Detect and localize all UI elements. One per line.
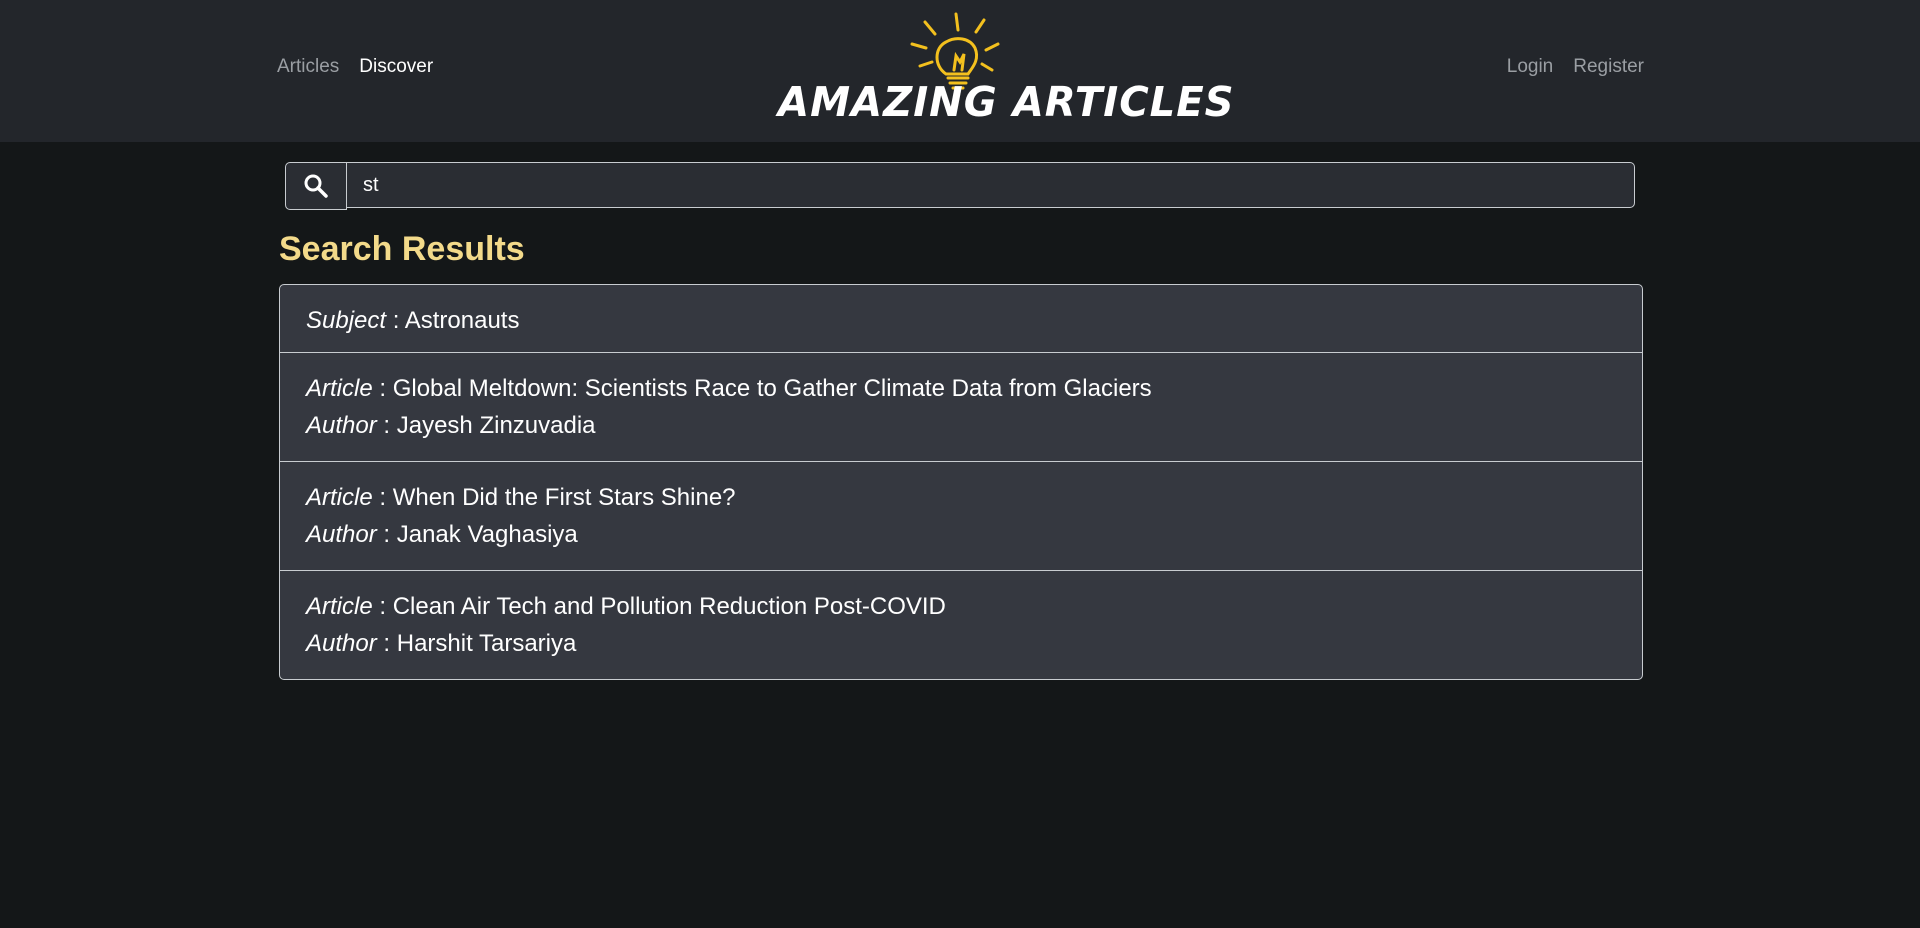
nav-right: Login Register bbox=[1507, 56, 1644, 78]
result-item-article[interactable]: Article : Clean Air Tech and Pollution R… bbox=[280, 570, 1642, 679]
author-name: Jayesh Zinzuvadia bbox=[396, 412, 596, 439]
search-input[interactable] bbox=[347, 162, 1635, 208]
result-label: Article bbox=[306, 375, 373, 402]
result-separator: : bbox=[376, 630, 397, 657]
result-label: Article bbox=[306, 593, 373, 620]
result-separator: : bbox=[372, 593, 393, 620]
result-separator: : bbox=[386, 307, 405, 334]
result-item-article[interactable]: Article : When Did the First Stars Shine… bbox=[280, 461, 1642, 570]
nav-left: Articles Discover bbox=[277, 56, 433, 78]
article-title: When Did the First Stars Shine? bbox=[392, 484, 736, 511]
result-separator: : bbox=[372, 484, 393, 511]
nav-link-articles[interactable]: Articles bbox=[277, 56, 339, 78]
article-title: Clean Air Tech and Pollution Reduction P… bbox=[392, 593, 946, 620]
search-bar bbox=[285, 162, 1635, 210]
nav-link-register[interactable]: Register bbox=[1573, 56, 1644, 78]
result-item-article[interactable]: Article : Global Meltdown: Scientists Ra… bbox=[280, 352, 1642, 461]
author-name: Harshit Tarsariya bbox=[396, 630, 577, 657]
top-navbar: Articles Discover AMAZING ARTICLES Login… bbox=[0, 0, 1920, 142]
brand-name: AMAZING ARTICLES bbox=[778, 78, 1235, 126]
result-item-subject[interactable]: Subject : Astronauts bbox=[280, 285, 1642, 352]
result-value: Astronauts bbox=[404, 307, 520, 334]
brand-logo[interactable]: AMAZING ARTICLES bbox=[770, 8, 1234, 134]
results-title: Search Results bbox=[279, 230, 525, 268]
nav-link-discover[interactable]: Discover bbox=[359, 56, 433, 78]
author-label: Author bbox=[306, 412, 377, 439]
author-label: Author bbox=[306, 521, 377, 548]
result-label: Subject bbox=[306, 307, 387, 334]
results-list: Subject : Astronauts Article : Global Me… bbox=[279, 284, 1643, 680]
nav-link-login[interactable]: Login bbox=[1507, 56, 1554, 78]
author-name: Janak Vaghasiya bbox=[396, 521, 578, 548]
result-separator: : bbox=[376, 521, 397, 548]
result-separator: : bbox=[376, 412, 397, 439]
search-button[interactable] bbox=[285, 162, 347, 210]
result-label: Article bbox=[306, 484, 373, 511]
author-label: Author bbox=[306, 630, 377, 657]
article-title: Global Meltdown: Scientists Race to Gath… bbox=[392, 375, 1152, 402]
search-icon bbox=[304, 174, 328, 198]
result-separator: : bbox=[372, 375, 393, 402]
